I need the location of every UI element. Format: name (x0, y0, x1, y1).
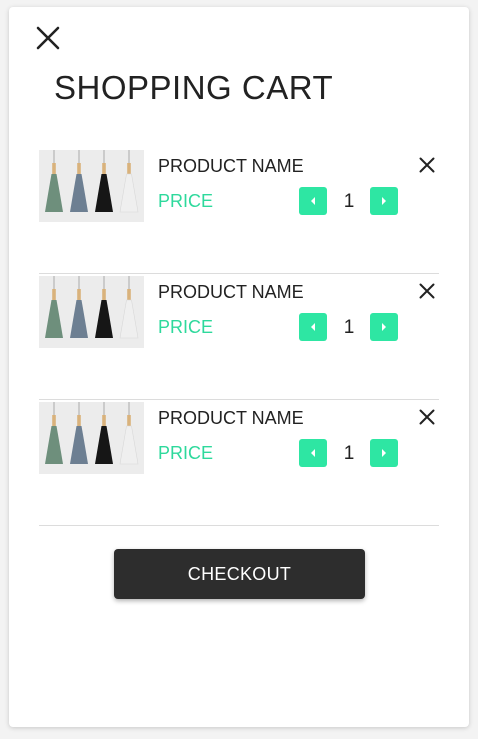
lamp-cap (127, 289, 131, 300)
decrement-button[interactable] (299, 187, 327, 215)
close-icon (419, 283, 435, 299)
lamp-cap (52, 289, 56, 300)
lamp-shade (45, 426, 63, 464)
quantity-value: 1 (343, 443, 355, 464)
product-price: PRICE (158, 317, 214, 337)
lamp-cap (77, 289, 81, 300)
decrement-button[interactable] (299, 313, 327, 341)
product-price: PRICE (158, 191, 214, 211)
caret-right-icon (382, 197, 386, 205)
lamp-shade (45, 300, 63, 338)
cart-item: PRODUCT NAME PRICE 1 (39, 400, 439, 526)
product-image (39, 150, 144, 222)
lamp-shade (119, 425, 139, 465)
remove-item-button[interactable] (416, 154, 438, 176)
close-icon (419, 157, 435, 173)
lamp-shade (95, 426, 113, 464)
lamp-shade (119, 173, 139, 213)
product-name: PRODUCT NAME (158, 282, 304, 302)
lamp-cap (127, 415, 131, 426)
remove-item-button[interactable] (416, 280, 438, 302)
lamp-shade (70, 300, 88, 338)
lamp-cap (52, 415, 56, 426)
increment-button[interactable] (370, 187, 398, 215)
lamp-cap (77, 415, 81, 426)
lamp-cap (102, 163, 106, 174)
cart-item: PRODUCT NAME PRICE 1 (39, 148, 439, 274)
caret-right-icon (382, 449, 386, 457)
caret-left-icon (311, 323, 315, 331)
checkout-button[interactable]: CHECKOUT (114, 549, 365, 599)
lamp-shade (95, 300, 113, 338)
cart-panel: SHOPPING CART PRODUCT NAME PRICE 1 PRODU… (9, 7, 469, 727)
product-name: PRODUCT NAME (158, 156, 304, 176)
caret-left-icon (311, 449, 315, 457)
close-cart-button[interactable] (34, 24, 62, 52)
close-icon (419, 409, 435, 425)
lamp-shade (70, 426, 88, 464)
lamp-cap (127, 163, 131, 174)
lamp-shade (70, 174, 88, 212)
product-image (39, 276, 144, 348)
lamp-cap (77, 163, 81, 174)
lamp-cap (102, 415, 106, 426)
quantity-value: 1 (343, 191, 355, 212)
product-name: PRODUCT NAME (158, 408, 304, 428)
decrement-button[interactable] (299, 439, 327, 467)
caret-left-icon (311, 197, 315, 205)
product-image (39, 402, 144, 474)
lamp-cap (52, 163, 56, 174)
increment-button[interactable] (370, 313, 398, 341)
quantity-value: 1 (343, 317, 355, 338)
cart-item: PRODUCT NAME PRICE 1 (39, 274, 439, 400)
caret-right-icon (382, 323, 386, 331)
close-icon (36, 26, 60, 50)
lamp-shade (95, 174, 113, 212)
lamp-shade (119, 299, 139, 339)
page-title: SHOPPING CART (54, 69, 334, 106)
increment-button[interactable] (370, 439, 398, 467)
lamp-shade (45, 174, 63, 212)
lamp-cap (102, 289, 106, 300)
product-price: PRICE (158, 443, 214, 463)
remove-item-button[interactable] (416, 406, 438, 428)
